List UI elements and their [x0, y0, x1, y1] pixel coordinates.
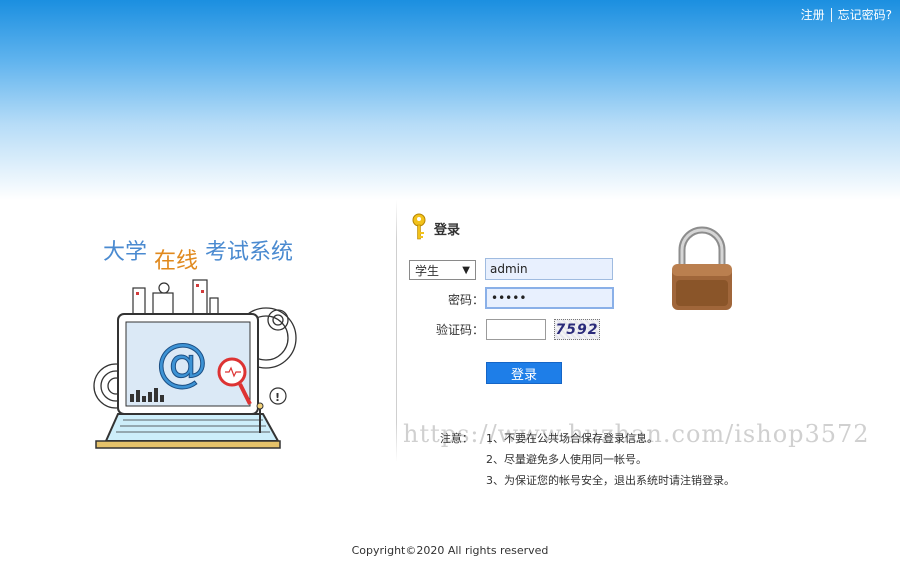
notice-text: 尽量避免多人使用同一帐号。: [504, 453, 647, 466]
dropdown-arrow-icon: ▼: [462, 264, 470, 276]
copyright-footer: Copyright©2020 All rights reserved: [351, 544, 549, 557]
notice-number: 2、: [486, 453, 504, 466]
username-input[interactable]: admin: [485, 258, 613, 280]
password-input[interactable]: •••••: [485, 287, 614, 309]
role-selected-value: 学生: [415, 263, 440, 278]
header-banner: [0, 0, 900, 200]
login-button[interactable]: 登录: [486, 362, 562, 384]
system-illustration: 大学 在线 考试系统 @ !: [88, 228, 303, 458]
padlock-icon: [664, 224, 740, 317]
notice-text: 为保证您的帐号安全，退出系统时请注销登录。: [504, 474, 735, 487]
password-label: 密码：: [447, 293, 484, 307]
notice-number: 1、: [486, 432, 504, 445]
captcha-image[interactable]: 7592: [554, 319, 600, 340]
key-icon: [410, 213, 428, 244]
notice-list: 注意： 1、 不要在公共场合保存登录信息。 2、 尽量避免多人使用同一帐号。 3…: [440, 428, 735, 491]
register-link[interactable]: 注册: [795, 6, 831, 23]
notice-item: 注意： 1、 不要在公共场合保存登录信息。: [440, 428, 735, 449]
notice-item: 2、 尽量避免多人使用同一帐号。: [440, 449, 735, 470]
svg-text:@: @: [156, 333, 208, 393]
role-select[interactable]: 学生 ▼: [409, 260, 476, 280]
notice-title: 注意：: [440, 432, 473, 445]
forgot-password-link[interactable]: 忘记密码?: [832, 6, 898, 23]
laptop-illustration-graphic: @ !: [93, 279, 297, 449]
captcha-input[interactable]: [486, 319, 546, 340]
notice-item: 3、 为保证您的帐号安全，退出系统时请注销登录。: [440, 470, 735, 491]
captcha-label: 验证码：: [435, 323, 484, 337]
login-heading: 登录: [434, 223, 461, 238]
link-separator: [830, 7, 832, 22]
notice-number: 3、: [486, 474, 504, 487]
notice-text: 不要在公共场合保存登录信息。: [504, 432, 658, 445]
login-header: 登录: [410, 213, 460, 244]
svg-text:!: !: [275, 391, 280, 404]
panel-divider: [396, 200, 397, 462]
top-links: 注册 忘记密码?: [795, 6, 898, 23]
